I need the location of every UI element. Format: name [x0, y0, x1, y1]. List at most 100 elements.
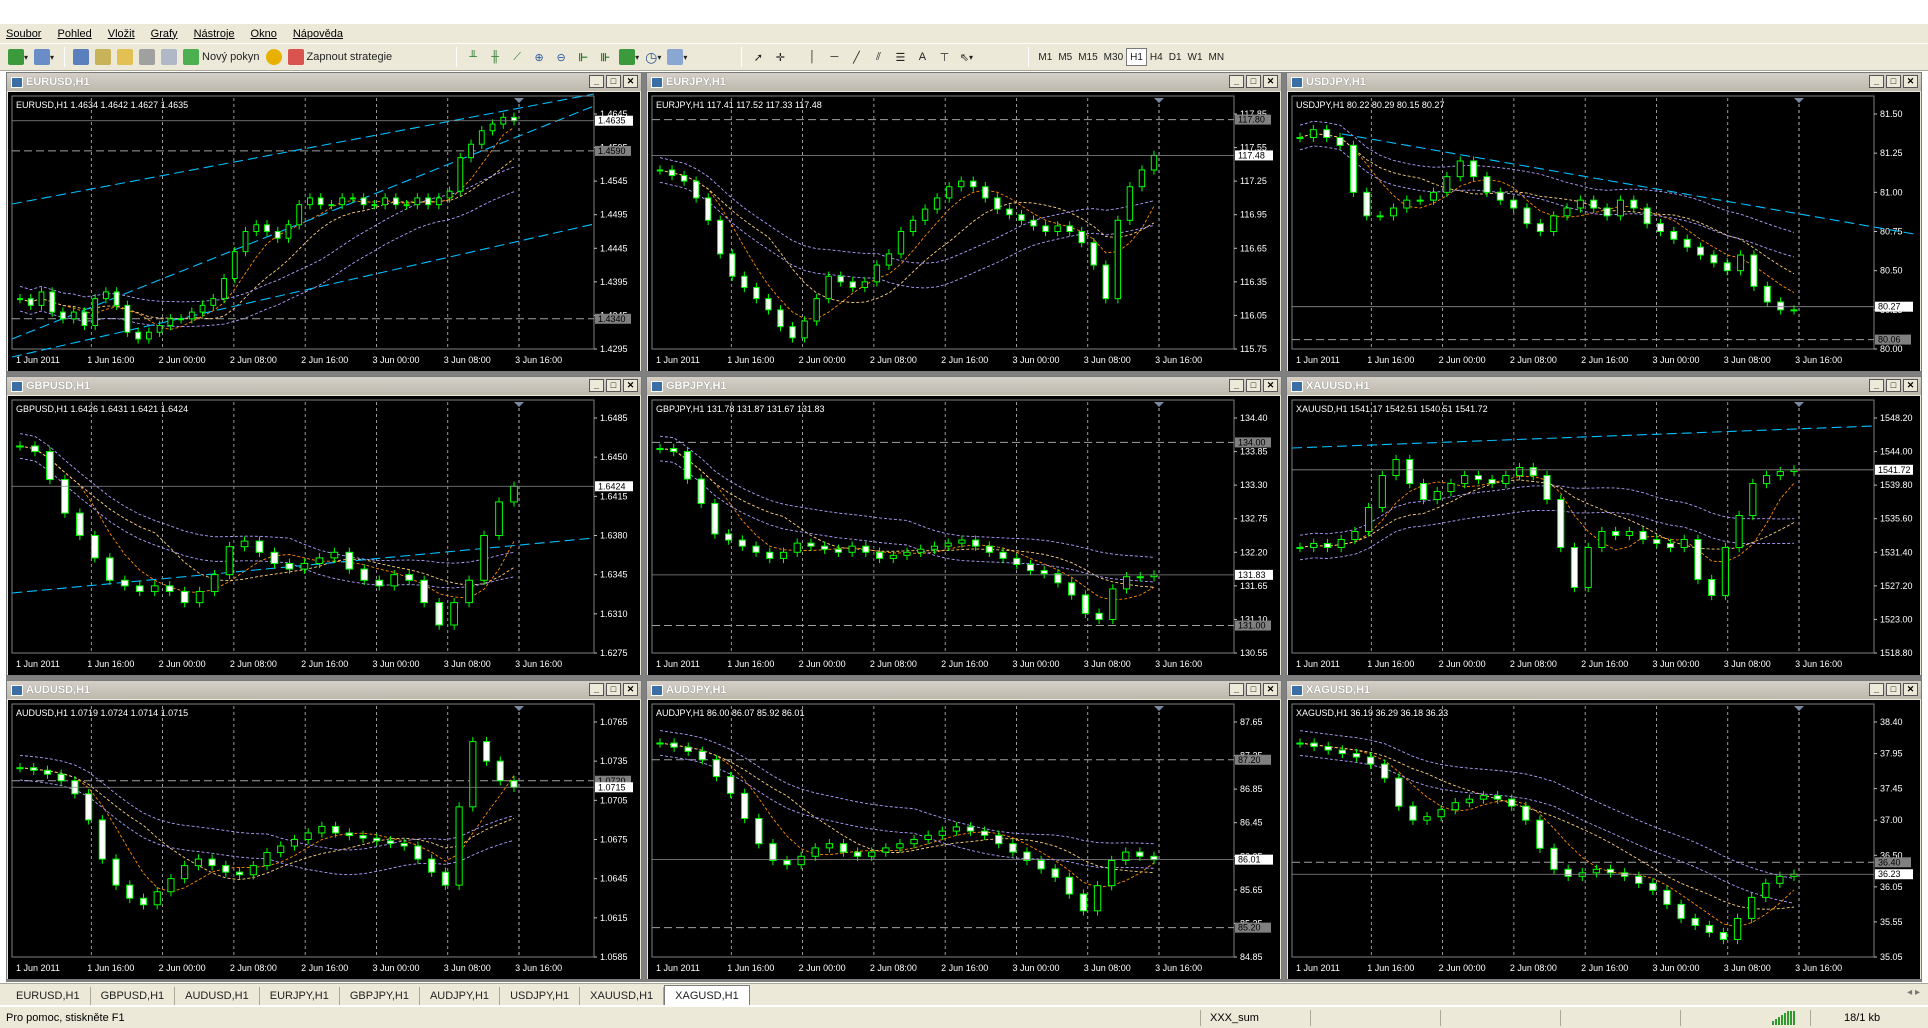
chart-window-titlebar[interactable]: USDJPY,H1 _ □ ✕: [1287, 73, 1921, 91]
close-button[interactable]: ✕: [623, 75, 638, 88]
close-button[interactable]: ✕: [1903, 379, 1918, 392]
chart-window[interactable]: GBPUSD,H1 _ □ ✕ GBPUSD,H1 1.6426 1.6431 1.64…: [6, 376, 642, 676]
market-watch-button[interactable]: [71, 46, 91, 68]
timeframe-m30[interactable]: M30: [1101, 48, 1126, 66]
close-button[interactable]: ✕: [1903, 75, 1918, 88]
minimize-button[interactable]: _: [1869, 379, 1884, 392]
timeframe-m15[interactable]: M15: [1075, 48, 1100, 66]
menu-vlozit[interactable]: Vložit: [108, 28, 135, 40]
price-chart[interactable]: EURUSD,H1 1.4634 1.4642 1.4627 1.46351.4…: [8, 92, 640, 371]
chart-window[interactable]: EURUSD,H1 _ □ ✕ EURUSD,H1 1.4634 1.4642 1.46…: [6, 72, 642, 372]
vertical-line-button[interactable]: │: [802, 46, 822, 68]
menu-pohled[interactable]: Pohled: [57, 28, 91, 40]
timeframe-h4[interactable]: H4: [1147, 48, 1166, 66]
close-button[interactable]: ✕: [1903, 683, 1918, 696]
price-chart[interactable]: XAUUSD,H1 1541.17 1542.51 1540.51 1541.7…: [1288, 396, 1920, 675]
maximize-button[interactable]: □: [606, 379, 621, 392]
cursor-button[interactable]: ➚: [748, 46, 768, 68]
chart-window[interactable]: GBPJPY,H1 _ □ ✕ GBPJPY,H1 131.78 131.87 131.…: [646, 376, 1282, 676]
trendline-button[interactable]: ╱: [846, 46, 866, 68]
minimize-button[interactable]: _: [589, 683, 604, 696]
minimize-button[interactable]: _: [1229, 683, 1244, 696]
metaeditor-button[interactable]: [264, 46, 284, 68]
tab-scroll-arrows-icon[interactable]: ◂ ▸: [1907, 987, 1920, 998]
tab-gbpjpy[interactable]: GBPJPY,H1: [340, 987, 420, 1005]
minimize-button[interactable]: _: [589, 379, 604, 392]
chart-window[interactable]: XAUUSD,H1 _ □ ✕ XAUUSD,H1 1541.17 1542.51 15…: [1286, 376, 1922, 676]
close-button[interactable]: ✕: [623, 683, 638, 696]
menu-grafy[interactable]: Grafy: [151, 28, 178, 40]
minimize-button[interactable]: _: [1869, 683, 1884, 696]
line-chart-button[interactable]: ⟋: [507, 46, 527, 68]
chart-window[interactable]: AUDUSD,H1 _ □ ✕ AUDUSD,H1 1.0719 1.0724 1.07…: [6, 680, 642, 980]
terminal-button[interactable]: [137, 46, 157, 68]
menu-soubor[interactable]: Soubor: [6, 28, 41, 40]
chart-window[interactable]: EURJPY,H1 _ □ ✕ EURJPY,H1 117.41 117.52 117.…: [646, 72, 1282, 372]
tab-audjpy[interactable]: AUDJPY,H1: [420, 987, 501, 1005]
chart-window-titlebar[interactable]: EURJPY,H1 _ □ ✕: [647, 73, 1281, 91]
close-button[interactable]: ✕: [1263, 379, 1278, 392]
templates-button[interactable]: ▾: [665, 46, 689, 68]
menu-okno[interactable]: Okno: [251, 28, 277, 40]
chart-window-titlebar[interactable]: AUDUSD,H1 _ □ ✕: [7, 681, 641, 699]
timeframe-w1[interactable]: W1: [1185, 48, 1206, 66]
chart-shift-triangle-icon[interactable]: [1794, 402, 1804, 407]
tab-xagusd[interactable]: XAGUSD,H1: [664, 985, 750, 1005]
tab-xauusd[interactable]: XAUUSD,H1: [580, 987, 665, 1005]
chart-window[interactable]: USDJPY,H1 _ □ ✕ USDJPY,H1 80.22 80.29 80.15 …: [1286, 72, 1922, 372]
minimize-button[interactable]: _: [1229, 75, 1244, 88]
crosshair-button[interactable]: ✛: [770, 46, 790, 68]
enable-strategies-button[interactable]: Zapnout strategie: [286, 46, 395, 68]
maximize-button[interactable]: □: [1886, 75, 1901, 88]
close-button[interactable]: ✕: [1263, 683, 1278, 696]
close-button[interactable]: ✕: [1263, 75, 1278, 88]
bar-chart-button[interactable]: ╨: [463, 46, 483, 68]
price-chart[interactable]: GBPJPY,H1 131.78 131.87 131.67 131.83 134…: [648, 396, 1280, 675]
profiles-button[interactable]: ▾: [32, 46, 56, 68]
tab-audusd[interactable]: AUDUSD,H1: [175, 987, 260, 1005]
chart-window-titlebar[interactable]: XAGUSD,H1 _ □ ✕: [1287, 681, 1921, 699]
chart-shift-triangle-icon[interactable]: [514, 98, 524, 103]
price-chart[interactable]: XAGUSD,H1 36.19 36.29 36.18 36.23 38.40 37…: [1288, 700, 1920, 979]
chart-shift-triangle-icon[interactable]: [514, 706, 524, 711]
chart-shift-triangle-icon[interactable]: [1794, 98, 1804, 103]
indicators-button[interactable]: ▾: [617, 46, 641, 68]
menu-nastroje[interactable]: Nástroje: [194, 28, 235, 40]
tester-button[interactable]: [159, 46, 179, 68]
price-chart[interactable]: USDJPY,H1 80.22 80.29 80.15 80.27 81.50 81…: [1288, 92, 1920, 371]
chart-window-titlebar[interactable]: EURUSD,H1 _ □ ✕: [7, 73, 641, 91]
timeframe-d1[interactable]: D1: [1166, 48, 1185, 66]
price-chart[interactable]: AUDUSD,H1 1.0719 1.0724 1.0714 1.07151.0…: [8, 700, 640, 979]
price-chart[interactable]: AUDJPY,H1 86.00 86.07 85.92 86.01 87.65 87…: [648, 700, 1280, 979]
maximize-button[interactable]: □: [1246, 75, 1261, 88]
periods-button[interactable]: ◷ ▾: [643, 46, 663, 68]
timeframe-m5[interactable]: M5: [1055, 48, 1075, 66]
chart-shift-triangle-icon[interactable]: [1794, 706, 1804, 711]
maximize-button[interactable]: □: [1886, 379, 1901, 392]
autoscroll-button[interactable]: ⊩: [573, 46, 593, 68]
minimize-button[interactable]: _: [1229, 379, 1244, 392]
navigator-button[interactable]: [115, 46, 135, 68]
chart-shift-triangle-icon[interactable]: [1154, 402, 1164, 407]
timeframe-m1[interactable]: M1: [1035, 48, 1055, 66]
zoom-out-button[interactable]: ⊖: [551, 46, 571, 68]
label-button[interactable]: ⊤: [934, 46, 954, 68]
new-order-button[interactable]: Nový pokyn: [181, 46, 261, 68]
close-button[interactable]: ✕: [623, 379, 638, 392]
new-chart-button[interactable]: ▾: [6, 46, 30, 68]
text-button[interactable]: A: [912, 46, 932, 68]
chart-shift-triangle-icon[interactable]: [514, 402, 524, 407]
maximize-button[interactable]: □: [1886, 683, 1901, 696]
maximize-button[interactable]: □: [606, 683, 621, 696]
chart-window[interactable]: AUDJPY,H1 _ □ ✕ AUDJPY,H1 86.00 86.07 85.92 …: [646, 680, 1282, 980]
horizontal-line-button[interactable]: ─: [824, 46, 844, 68]
chart-shift-triangle-icon[interactable]: [1154, 98, 1164, 103]
candle-chart-button[interactable]: ╫: [485, 46, 505, 68]
maximize-button[interactable]: □: [1246, 379, 1261, 392]
menu-napoveda[interactable]: Nápověda: [293, 28, 343, 40]
minimize-button[interactable]: _: [589, 75, 604, 88]
chart-window-titlebar[interactable]: GBPJPY,H1 _ □ ✕: [647, 377, 1281, 395]
tab-eurjpy[interactable]: EURJPY,H1: [260, 987, 340, 1005]
data-window-button[interactable]: [93, 46, 113, 68]
price-chart[interactable]: EURJPY,H1 117.41 117.52 117.33 117.48 117…: [648, 92, 1280, 371]
